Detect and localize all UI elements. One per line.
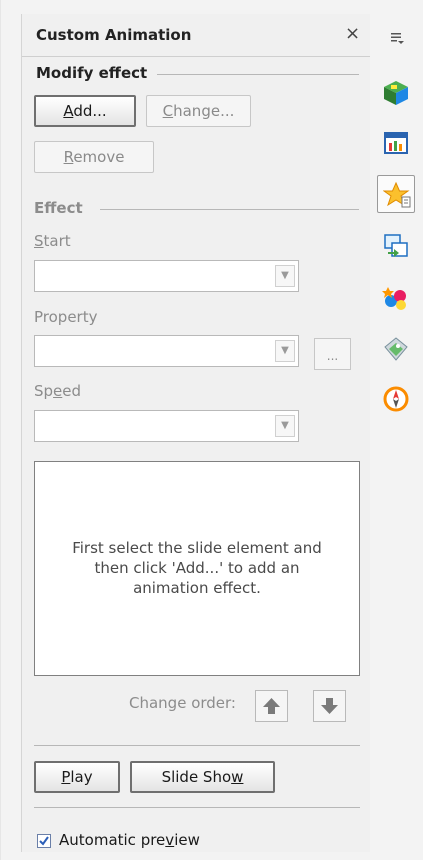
sidebar-tab-slide-transition[interactable] bbox=[377, 227, 415, 265]
slide-show-button[interactable]: Slide Show bbox=[130, 761, 275, 793]
styles-icon bbox=[382, 287, 406, 310]
property-options-button[interactable]: ... bbox=[314, 338, 351, 370]
animation-effects-list[interactable]: First select the slide element and then … bbox=[34, 461, 360, 676]
slide-transition-icon bbox=[384, 234, 408, 257]
add-button[interactable]: Add... bbox=[34, 95, 136, 127]
speed-label: Speed bbox=[34, 382, 82, 400]
chevron-down-icon[interactable]: ▼ bbox=[275, 265, 295, 287]
property-dropdown[interactable]: ▼ bbox=[34, 335, 299, 367]
start-label: Start bbox=[34, 232, 71, 250]
actions-divider bbox=[34, 745, 360, 746]
sidebar-menu-icon[interactable] bbox=[387, 30, 407, 46]
change-button[interactable]: Change... bbox=[146, 95, 251, 127]
play-button[interactable]: Play bbox=[34, 761, 120, 793]
sidebar-tab-gallery[interactable] bbox=[377, 330, 415, 368]
modify-effect-heading: Modify effect bbox=[36, 64, 148, 82]
modify-effect-rule bbox=[157, 74, 359, 75]
title-divider bbox=[22, 56, 371, 57]
effect-rule bbox=[100, 209, 359, 210]
arrow-up-icon bbox=[263, 698, 280, 714]
move-up-button[interactable] bbox=[255, 690, 288, 722]
sidebar-tab-properties[interactable] bbox=[377, 74, 415, 112]
automatic-preview-label: Automatic preview bbox=[59, 831, 200, 849]
sidebar-tab-master-pages[interactable] bbox=[377, 125, 415, 163]
gallery-icon bbox=[384, 337, 408, 361]
sidebar-tab-navigator[interactable] bbox=[377, 380, 415, 418]
custom-animation-panel: Custom Animation × Modify effect Add... … bbox=[21, 14, 372, 852]
arrow-down-icon bbox=[321, 698, 338, 714]
left-divider bbox=[0, 0, 1, 860]
sidebar-tab-styles[interactable] bbox=[377, 279, 415, 317]
master-pages-icon bbox=[384, 132, 408, 154]
move-down-button[interactable] bbox=[313, 690, 346, 722]
preview-divider bbox=[34, 807, 360, 808]
custom-animation-star-icon bbox=[383, 181, 411, 208]
empty-list-message: First select the slide element and then … bbox=[72, 539, 322, 597]
speed-dropdown[interactable]: ▼ bbox=[34, 410, 299, 442]
chevron-down-icon[interactable]: ▼ bbox=[275, 415, 295, 437]
close-icon[interactable]: × bbox=[345, 23, 360, 44]
sidebar-tab-custom-animation[interactable] bbox=[377, 175, 415, 213]
start-dropdown[interactable]: ▼ bbox=[34, 260, 299, 292]
automatic-preview-checkbox[interactable] bbox=[37, 834, 51, 848]
checkmark-icon bbox=[39, 836, 49, 846]
remove-button[interactable]: Remove bbox=[34, 141, 154, 173]
property-label: Property bbox=[34, 308, 98, 326]
properties-cube-icon bbox=[384, 81, 408, 105]
effect-heading: Effect bbox=[34, 199, 83, 217]
chevron-down-icon[interactable]: ▼ bbox=[275, 340, 295, 362]
navigator-icon bbox=[383, 386, 409, 412]
sidebar-tabbar bbox=[370, 14, 423, 852]
change-order-label: Change order: bbox=[129, 694, 236, 712]
panel-title: Custom Animation bbox=[36, 26, 192, 44]
